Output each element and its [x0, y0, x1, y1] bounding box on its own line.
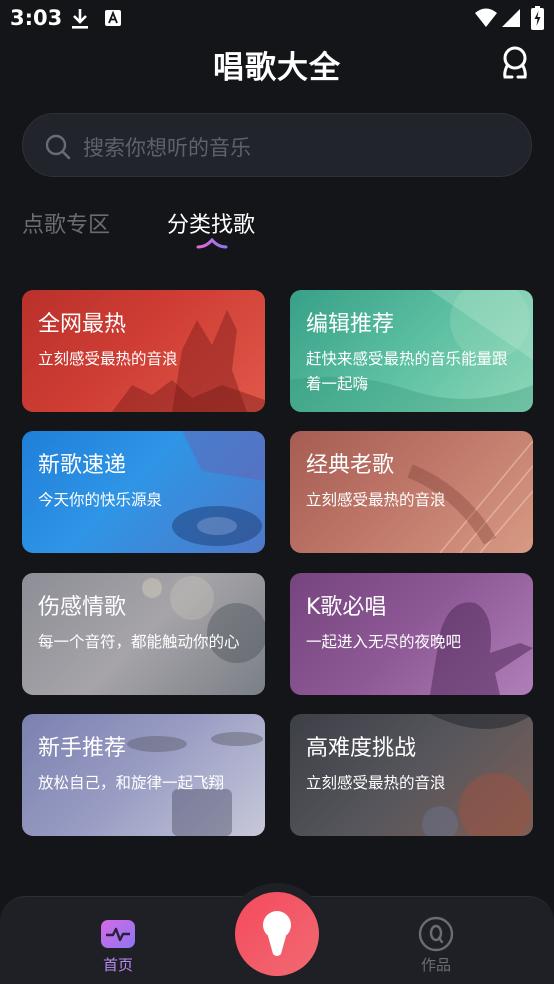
tab-indicator	[196, 238, 228, 249]
pulse-icon	[106, 927, 130, 942]
card-subtitle: 立刻感受最热的音浪	[306, 491, 446, 509]
card-subtitle: 一起进入无尽的夜晚吧	[306, 633, 462, 651]
card-subtitle: 立刻感受最热的音浪	[38, 350, 178, 368]
app-title: 唱歌大全	[213, 50, 341, 86]
tab-category[interactable]: 分类找歌	[167, 207, 255, 239]
status-time: 3:03	[10, 6, 63, 30]
card-title: 经典老歌	[306, 453, 395, 478]
app-screen: 3:03 唱歌大全 搜索你想听的音乐 点歌专区 分类找歌 全网最热 立刻感受最热…	[0, 0, 554, 984]
category-card-beginner[interactable]: 新手推荐 放松自己，和旋律一起飞翔	[22, 714, 265, 836]
card-subtitle: 放松自己，和旋律一起飞翔	[38, 774, 225, 792]
card-title: 编辑推荐	[306, 312, 395, 337]
category-card-new-songs[interactable]: 新歌速递 今天你的快乐源泉	[22, 431, 265, 553]
card-subtitle: 立刻感受最热的音浪	[306, 774, 446, 792]
category-card-challenge[interactable]: 高难度挑战 立刻感受最热的音浪	[290, 714, 533, 836]
nav-home-button[interactable]	[101, 920, 135, 948]
card-title: 全网最热	[38, 312, 127, 337]
card-subtitle: 每一个音符，都能触动你的心	[38, 633, 240, 651]
card-title: 新歌速递	[38, 453, 127, 478]
category-card-hot[interactable]: 全网最热 立刻感受最热的音浪	[22, 290, 265, 412]
card-title: 高难度挑战	[306, 736, 417, 761]
disc-icon[interactable]	[418, 916, 454, 952]
card-title: K歌必唱	[306, 595, 387, 620]
search-placeholder: 搜索你想听的音乐	[83, 136, 251, 160]
record-button[interactable]	[235, 892, 319, 976]
user-icon[interactable]	[496, 44, 534, 82]
text-a-icon	[105, 10, 121, 26]
category-card-sad-songs[interactable]: 伤感情歌 每一个音符，都能触动你的心	[22, 573, 265, 695]
card-title: 伤感情歌	[38, 595, 127, 620]
search-icon	[45, 134, 71, 160]
nav-home-label[interactable]: 首页	[101, 954, 135, 975]
nav-works-label[interactable]: 作品	[414, 954, 458, 975]
card-subtitle: 赶快来感受最热的音乐能量跟着一起嗨	[306, 350, 508, 393]
category-card-editor-pick[interactable]: 编辑推荐 赶快来感受最热的音乐能量跟着一起嗨	[290, 290, 533, 412]
microphone-icon	[263, 911, 291, 956]
status-bar: 3:03	[0, 0, 554, 38]
tab-song-request[interactable]: 点歌专区	[22, 207, 110, 239]
card-subtitle: 今天你的快乐源泉	[38, 491, 163, 509]
wifi-icon	[475, 8, 497, 27]
category-card-classic[interactable]: 经典老歌 立刻感受最热的音浪	[290, 431, 533, 553]
battery-icon	[531, 6, 544, 30]
download-icon	[72, 9, 88, 29]
category-card-ktv-must-sing[interactable]: K歌必唱 一起进入无尽的夜晚吧	[290, 573, 533, 695]
search-input[interactable]: 搜索你想听的音乐	[22, 113, 532, 177]
signal-icon	[502, 9, 520, 27]
card-title: 新手推荐	[38, 736, 127, 761]
